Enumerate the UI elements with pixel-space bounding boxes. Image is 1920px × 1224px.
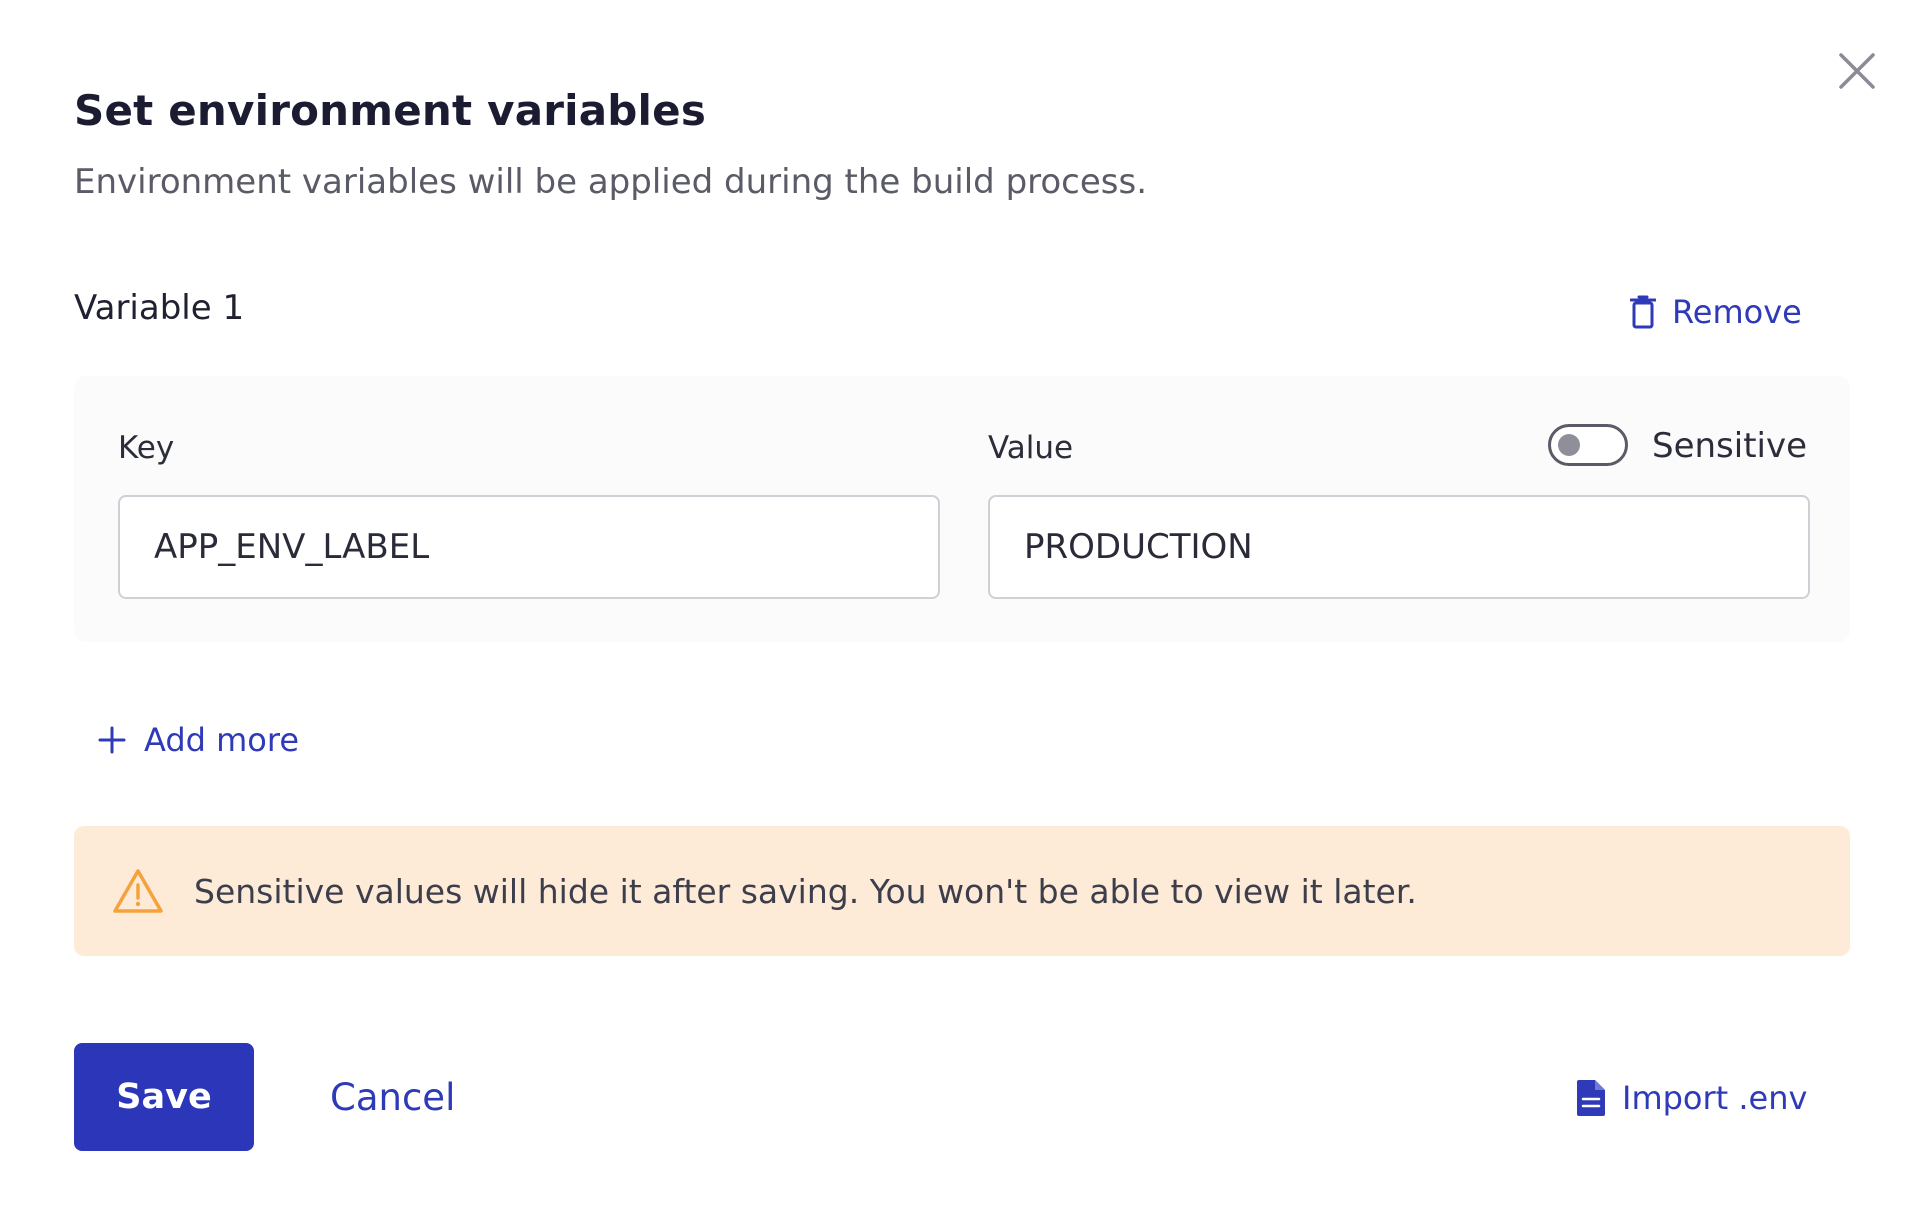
variable-title: Variable 1 xyxy=(74,288,245,328)
warning-triangle-icon xyxy=(113,869,163,913)
value-input[interactable] xyxy=(988,495,1810,599)
remove-label: Remove xyxy=(1672,293,1802,331)
file-icon xyxy=(1577,1080,1605,1116)
cancel-button[interactable]: Cancel xyxy=(310,1043,475,1151)
warning-text: Sensitive values will hide it after savi… xyxy=(194,871,1417,911)
dialog-title: Set environment variables xyxy=(74,86,707,135)
import-env-label: Import .env xyxy=(1622,1079,1808,1117)
remove-variable-button[interactable]: Remove xyxy=(1630,290,1802,334)
key-label: Key xyxy=(118,430,175,466)
env-variables-dialog: Set environment variables Environment va… xyxy=(0,0,1920,1224)
trash-icon xyxy=(1630,295,1656,329)
add-more-button[interactable]: Add more xyxy=(98,718,299,762)
sensitive-label: Sensitive xyxy=(1652,426,1808,466)
sensitive-toggle[interactable] xyxy=(1548,424,1628,466)
value-label: Value xyxy=(988,430,1074,466)
save-button[interactable]: Save xyxy=(74,1043,254,1151)
close-button[interactable] xyxy=(1832,46,1882,96)
plus-icon xyxy=(98,726,126,754)
key-input[interactable] xyxy=(118,495,940,599)
import-env-button[interactable]: Import .env xyxy=(1576,1074,1807,1122)
sensitive-warning-banner: Sensitive values will hide it after savi… xyxy=(74,826,1850,956)
toggle-knob xyxy=(1558,434,1580,456)
close-icon xyxy=(1839,53,1875,89)
dialog-subtitle: Environment variables will be applied du… xyxy=(74,162,1148,202)
add-more-label: Add more xyxy=(144,721,300,759)
